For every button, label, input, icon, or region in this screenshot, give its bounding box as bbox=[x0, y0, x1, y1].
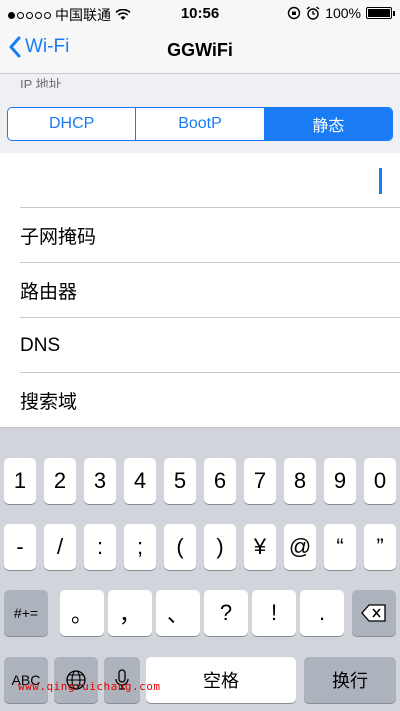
dns-field[interactable]: DNS bbox=[0, 318, 400, 373]
text-cursor bbox=[379, 168, 382, 194]
globe-key[interactable] bbox=[54, 657, 98, 703]
backspace-icon bbox=[361, 604, 386, 622]
field-label: 搜索域 bbox=[20, 392, 78, 413]
keyboard: 1 2 3 4 5 6 7 8 9 0 - / : ; ( ) ¥ @ “ ” … bbox=[0, 428, 400, 711]
key-colon[interactable]: : bbox=[84, 524, 116, 570]
key-yen[interactable]: ¥ bbox=[244, 524, 276, 570]
microphone-icon bbox=[115, 669, 129, 690]
ip-mode-segmented-control: DHCP BootP 静态 bbox=[7, 107, 393, 141]
key-question[interactable]: ? bbox=[204, 590, 248, 636]
ip-settings-list: 子网掩码 路由器 DNS 搜索域 bbox=[0, 153, 400, 428]
battery-icon bbox=[366, 7, 395, 19]
field-label: 子网掩码 bbox=[20, 227, 97, 248]
key-4[interactable]: 4 bbox=[124, 458, 156, 504]
segment-dhcp[interactable]: DHCP bbox=[8, 108, 137, 140]
key-period[interactable]: . bbox=[300, 590, 344, 636]
section-header: IP 地址 bbox=[20, 77, 62, 88]
segment-bootp[interactable]: BootP bbox=[136, 108, 265, 140]
key-2[interactable]: 2 bbox=[44, 458, 76, 504]
status-bar: 中国联通 10:56 100% bbox=[0, 0, 400, 28]
key-6[interactable]: 6 bbox=[204, 458, 236, 504]
key-5[interactable]: 5 bbox=[164, 458, 196, 504]
key-1[interactable]: 1 bbox=[4, 458, 36, 504]
delete-key[interactable] bbox=[352, 590, 396, 636]
symbols-key[interactable]: #+= bbox=[4, 590, 48, 636]
key-hyphen[interactable]: - bbox=[4, 524, 36, 570]
field-label: 路由器 bbox=[20, 282, 78, 303]
battery-percent: 100% bbox=[325, 5, 361, 21]
ip-address-field[interactable] bbox=[0, 153, 400, 208]
key-open-quote[interactable]: “ bbox=[324, 524, 356, 570]
dictation-key[interactable] bbox=[104, 657, 140, 703]
key-left-paren[interactable]: ( bbox=[164, 524, 196, 570]
status-right: 100% bbox=[287, 5, 395, 21]
key-semicolon[interactable]: ; bbox=[124, 524, 156, 570]
return-key[interactable]: 换行 bbox=[304, 657, 396, 703]
key-close-quote[interactable]: ” bbox=[364, 524, 396, 570]
key-3[interactable]: 3 bbox=[84, 458, 116, 504]
key-8[interactable]: 8 bbox=[284, 458, 316, 504]
space-key[interactable]: 空格 bbox=[146, 657, 296, 703]
key-enumeration-comma[interactable]: 、 bbox=[156, 590, 200, 636]
abc-key[interactable]: ABC bbox=[4, 657, 48, 703]
key-0[interactable]: 0 bbox=[364, 458, 396, 504]
segment-static[interactable]: 静态 bbox=[264, 108, 392, 140]
key-exclamation[interactable]: ! bbox=[252, 590, 296, 636]
key-full-stop[interactable]: 。 bbox=[60, 590, 104, 636]
search-domain-field[interactable]: 搜索域 bbox=[0, 373, 400, 428]
key-comma[interactable]: ， bbox=[108, 590, 152, 636]
key-9[interactable]: 9 bbox=[324, 458, 356, 504]
router-field[interactable]: 路由器 bbox=[0, 263, 400, 318]
orientation-lock-icon bbox=[287, 6, 301, 20]
key-7[interactable]: 7 bbox=[244, 458, 276, 504]
key-at[interactable]: @ bbox=[284, 524, 316, 570]
navigation-bar: Wi-Fi GGWiFi bbox=[0, 28, 400, 74]
alarm-icon bbox=[306, 6, 320, 20]
subnet-mask-field[interactable]: 子网掩码 bbox=[0, 208, 400, 263]
page-title: GGWiFi bbox=[167, 40, 233, 60]
key-right-paren[interactable]: ) bbox=[204, 524, 236, 570]
key-slash[interactable]: / bbox=[44, 524, 76, 570]
field-label: DNS bbox=[20, 334, 61, 356]
globe-icon bbox=[66, 670, 86, 690]
